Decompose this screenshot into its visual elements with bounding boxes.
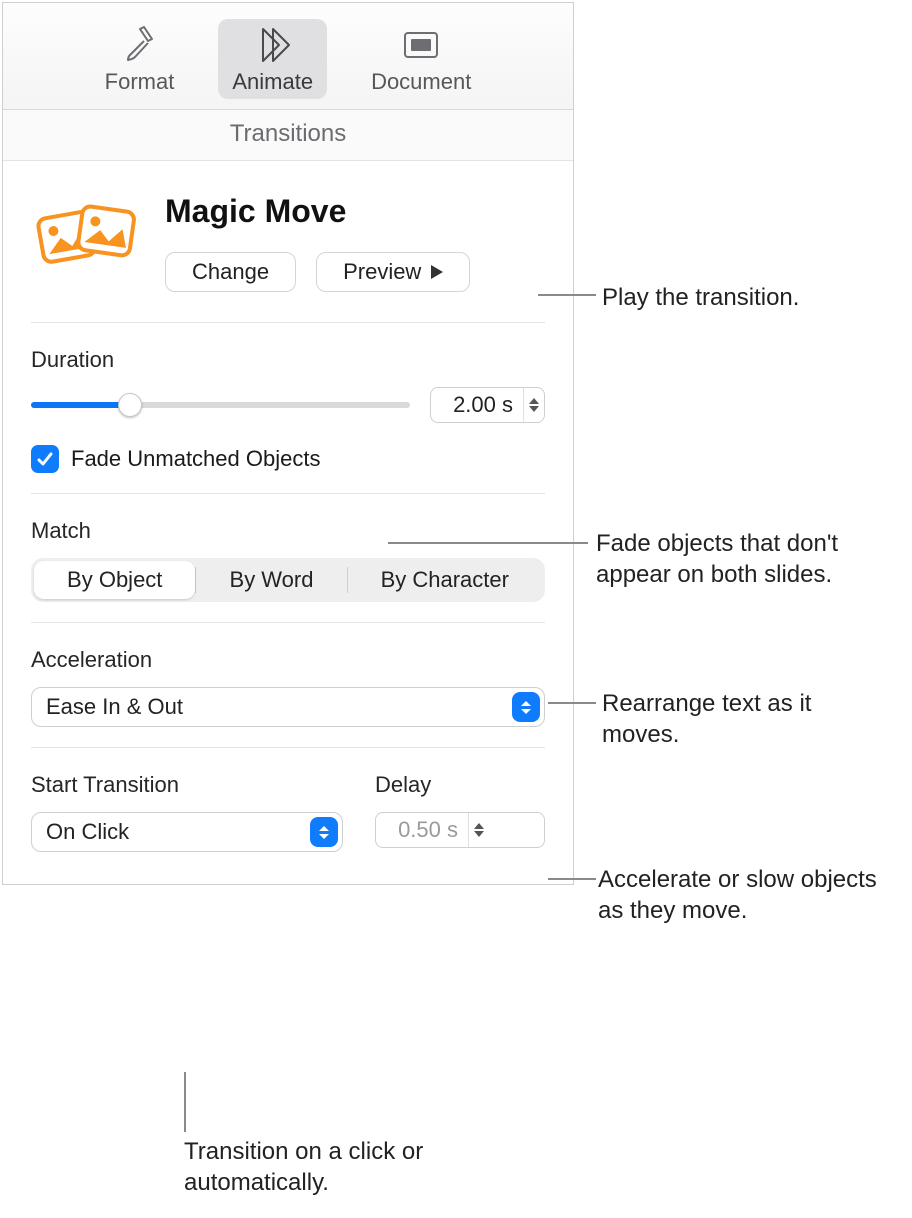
callout-fade: Fade objects that don't appear on both s… xyxy=(596,528,896,590)
delay-stepper[interactable] xyxy=(375,812,545,848)
delay-input[interactable] xyxy=(376,813,468,847)
duration-label: Duration xyxy=(31,347,545,373)
tab-animate-label: Animate xyxy=(232,69,313,95)
duration-step-down[interactable] xyxy=(529,406,539,412)
inspector-tabs: Format Animate Document xyxy=(3,3,573,110)
delay-step-down[interactable] xyxy=(474,831,484,837)
callout-accel: Accelerate or slow objects as they move. xyxy=(598,864,898,926)
transition-header: Magic Move Change Preview xyxy=(31,189,545,323)
callout-preview: Play the transition. xyxy=(602,282,799,313)
inspector-content: Magic Move Change Preview Duration xyxy=(3,161,573,884)
match-by-object[interactable]: By Object xyxy=(34,561,195,599)
tab-animate[interactable]: Animate xyxy=(218,19,327,99)
match-section: Match By Object By Word By Character xyxy=(31,494,545,623)
callout-lead xyxy=(184,1072,186,1132)
preview-button[interactable]: Preview xyxy=(316,252,470,292)
tab-format[interactable]: Format xyxy=(91,19,189,99)
animate-icon xyxy=(251,25,295,65)
duration-input[interactable] xyxy=(431,388,523,422)
duration-stepper[interactable] xyxy=(430,387,545,423)
tab-format-label: Format xyxy=(105,69,175,95)
section-header: Transitions xyxy=(3,110,573,161)
acceleration-label: Acceleration xyxy=(31,647,545,673)
callout-match: Rearrange text as it moves. xyxy=(602,688,862,750)
match-segmented[interactable]: By Object By Word By Character xyxy=(31,558,545,602)
inspector-panel: Format Animate Document Transitions xyxy=(2,2,574,885)
duration-step-up[interactable] xyxy=(529,398,539,404)
format-icon xyxy=(118,25,162,65)
acceleration-section: Acceleration Ease In & Out xyxy=(31,623,545,748)
document-icon xyxy=(399,25,443,65)
acceleration-value: Ease In & Out xyxy=(46,694,183,720)
match-by-word[interactable]: By Word xyxy=(196,561,346,599)
match-by-character[interactable]: By Character xyxy=(348,561,542,599)
magic-move-icon xyxy=(31,189,141,281)
check-icon xyxy=(36,450,54,468)
popup-knob-icon xyxy=(512,692,540,722)
transition-title: Magic Move xyxy=(165,193,545,230)
start-section: Start Transition On Click Delay xyxy=(31,748,545,852)
popup-knob-icon xyxy=(310,817,338,847)
acceleration-popup[interactable]: Ease In & Out xyxy=(31,687,545,727)
preview-button-label: Preview xyxy=(343,259,421,285)
start-transition-label: Start Transition xyxy=(31,772,343,798)
duration-section: Duration xyxy=(31,323,545,494)
start-transition-popup[interactable]: On Click xyxy=(31,812,343,852)
slider-thumb[interactable] xyxy=(118,393,142,417)
callout-start: Transition on a click or automatically. xyxy=(184,1136,484,1198)
fade-unmatched-row[interactable]: Fade Unmatched Objects xyxy=(31,445,545,473)
play-icon xyxy=(431,265,443,279)
tab-document[interactable]: Document xyxy=(357,19,485,99)
change-button[interactable]: Change xyxy=(165,252,296,292)
callout-lead xyxy=(388,542,588,544)
tab-document-label: Document xyxy=(371,69,471,95)
callout-lead xyxy=(548,878,596,880)
match-label: Match xyxy=(31,518,545,544)
start-transition-value: On Click xyxy=(46,819,129,845)
fade-unmatched-label: Fade Unmatched Objects xyxy=(71,446,320,472)
delay-step-up[interactable] xyxy=(474,823,484,829)
duration-slider[interactable] xyxy=(31,390,410,420)
fade-unmatched-checkbox[interactable] xyxy=(31,445,59,473)
callout-lead xyxy=(538,294,596,296)
change-button-label: Change xyxy=(192,259,269,285)
delay-label: Delay xyxy=(375,772,545,798)
callout-lead xyxy=(548,702,596,704)
